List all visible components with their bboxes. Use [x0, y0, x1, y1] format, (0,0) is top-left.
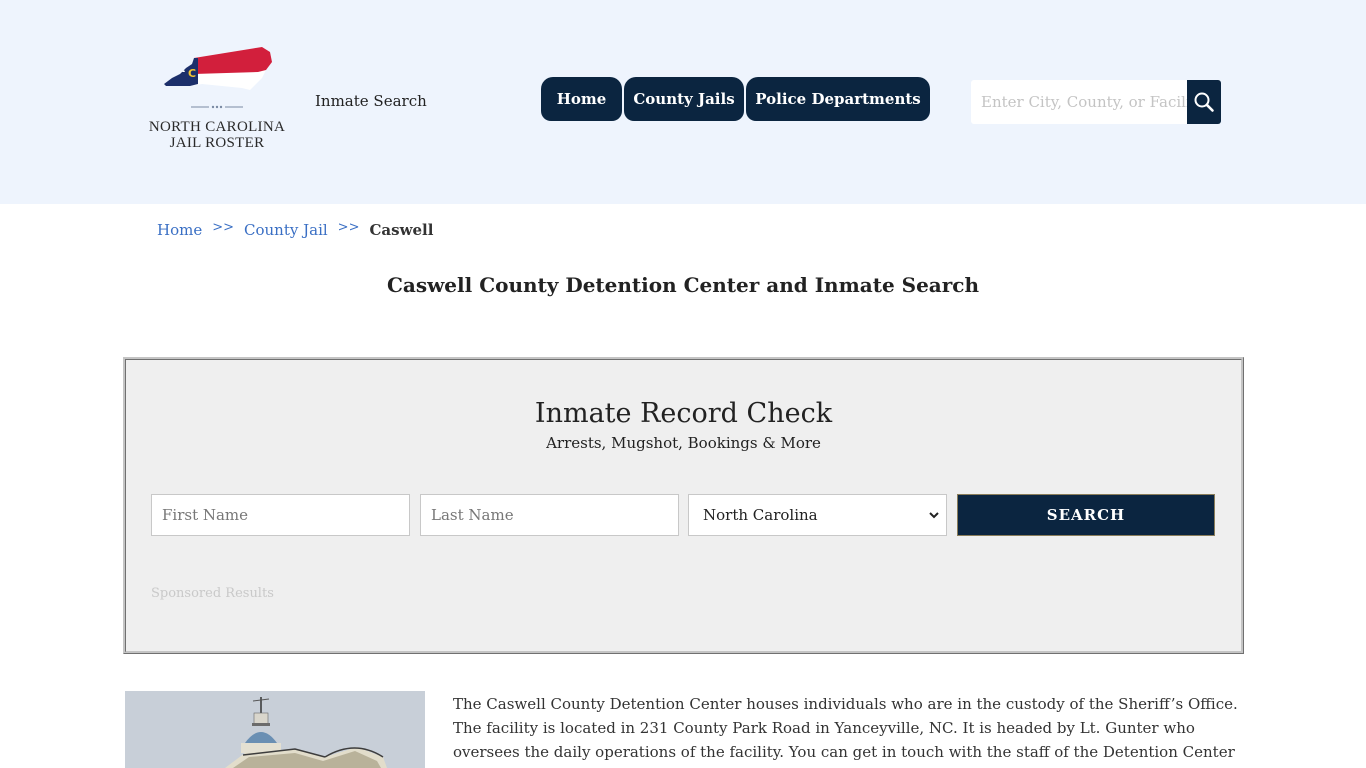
nav-label: Home	[556, 90, 607, 108]
chevron-down-icon	[929, 512, 939, 519]
logo-title: NORTH CAROLINA JAIL ROSTER	[146, 119, 288, 151]
main-nav: Home County Jails Police Departments	[541, 77, 932, 121]
search-icon	[1194, 92, 1214, 112]
breadcrumb-home[interactable]: Home	[157, 221, 202, 239]
site-header: C NORTH CAROLINA JAIL ROSTER Inmate Sear…	[0, 0, 1366, 204]
nav-tab-police-departments[interactable]: Police Departments	[746, 77, 930, 121]
courthouse-image	[125, 691, 425, 768]
page-title: Caswell County Detention Center and Inma…	[386, 273, 980, 297]
nav-label: Police Departments	[755, 90, 921, 108]
facility-description: The Caswell County Detention Center hous…	[453, 695, 1238, 761]
site-search-button[interactable]	[1187, 80, 1221, 124]
site-search	[971, 80, 1221, 124]
nav-tab-county-jails[interactable]: County Jails	[624, 77, 744, 121]
nav-label: County Jails	[633, 90, 735, 108]
breadcrumb-separator: >>	[212, 220, 235, 235]
record-check-subtitle: Arrests, Mugshot, Bookings & More	[546, 434, 821, 452]
state-select-value: North Carolina	[703, 506, 818, 524]
inmate-record-check-panel: Inmate Record Check Arrests, Mugshot, Bo…	[123, 357, 1244, 654]
record-check-title: Inmate Record Check	[534, 398, 833, 429]
nc-flag-map-icon: C	[164, 47, 272, 90]
courthouse-photo	[125, 691, 425, 768]
state-select[interactable]: North Carolina	[688, 494, 947, 536]
logo-divider-icon	[191, 105, 243, 109]
last-name-input[interactable]	[420, 494, 679, 536]
nav-tab-home[interactable]: Home	[541, 77, 622, 121]
site-search-input[interactable]	[971, 80, 1187, 124]
breadcrumb-separator: >>	[337, 220, 360, 235]
logo-line-1: NORTH CAROLINA	[148, 119, 286, 135]
sponsored-results-label: Sponsored Results	[151, 586, 274, 601]
breadcrumb-county-jail[interactable]: County Jail	[244, 221, 328, 239]
site-logo[interactable]: C NORTH CAROLINA JAIL ROSTER	[146, 44, 288, 156]
record-search-button[interactable]: SEARCH	[957, 494, 1215, 536]
logo-line-2: JAIL ROSTER	[169, 135, 265, 151]
first-name-input[interactable]	[151, 494, 410, 536]
inmate-search-link[interactable]: Inmate Search	[315, 92, 427, 110]
svg-text:C: C	[188, 67, 196, 80]
breadcrumb-current: Caswell	[369, 221, 434, 239]
breadcrumb: Home >> County Jail >> Caswell	[157, 220, 434, 239]
